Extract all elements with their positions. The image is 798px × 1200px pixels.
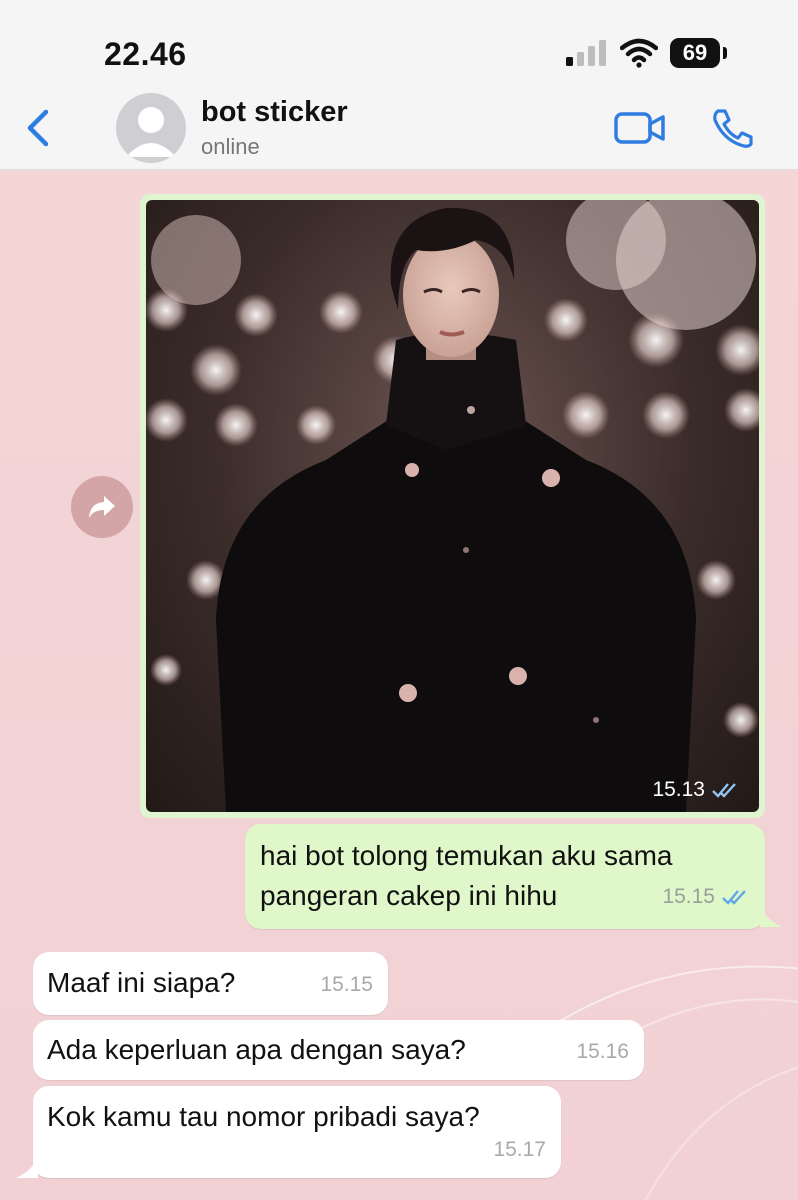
photo-person-in-black-coat	[146, 200, 759, 812]
incoming-message[interactable]: Maaf ini siapa? 15.15	[33, 952, 388, 1015]
battery-tip	[723, 47, 727, 59]
message-meta: 15.15	[662, 877, 749, 917]
message-text: Maaf ini siapa?	[47, 967, 236, 998]
bubble-tail	[16, 1158, 38, 1178]
message-text-line: pangeran cakep ini hihu	[260, 880, 558, 911]
message-time: 15.17	[493, 1138, 546, 1161]
signal-icon	[566, 40, 606, 66]
battery-icon: 69	[670, 38, 720, 68]
incoming-message[interactable]: Kok kamu tau nomor pribadi saya? 15.17	[33, 1086, 561, 1178]
forward-button[interactable]	[71, 476, 133, 538]
forward-arrow-icon	[89, 496, 115, 518]
chat-area[interactable]: 15.13 hai bot tolong temukan aku sama pa…	[0, 171, 798, 1200]
chat-header: bot sticker online	[0, 90, 798, 170]
double-check-icon	[712, 783, 736, 798]
message-time: 15.16	[576, 1040, 629, 1063]
photo[interactable]: 15.13	[146, 200, 759, 812]
status-time: 22.46	[104, 36, 187, 72]
outgoing-message[interactable]: hai bot tolong temukan aku sama pangeran…	[245, 824, 765, 929]
message-time: 15.15	[320, 973, 373, 996]
contact-name[interactable]: bot sticker	[201, 96, 348, 129]
wifi-icon	[620, 38, 658, 68]
message-time-text: 15.13	[652, 778, 705, 801]
message-time: 15.13	[652, 778, 739, 802]
message-time: 15.15	[662, 885, 715, 908]
contact-status: online	[201, 134, 260, 159]
image-message[interactable]: 15.13	[140, 194, 765, 818]
chevron-left-icon[interactable]	[24, 106, 52, 150]
double-check-icon	[722, 890, 746, 905]
phone-icon[interactable]	[710, 108, 754, 148]
message-text-line: hai bot tolong temukan aku sama	[260, 840, 673, 871]
message-text: Kok kamu tau nomor pribadi saya?	[47, 1101, 480, 1132]
status-bar: 22.46 69	[0, 0, 798, 90]
bubble-tail	[760, 907, 782, 927]
default-avatar-icon	[126, 107, 176, 157]
incoming-message[interactable]: Ada keperluan apa dengan saya? 15.16	[33, 1020, 644, 1080]
avatar[interactable]	[116, 93, 186, 163]
message-text: Ada keperluan apa dengan saya?	[47, 1034, 466, 1065]
video-camera-icon[interactable]	[614, 110, 666, 146]
